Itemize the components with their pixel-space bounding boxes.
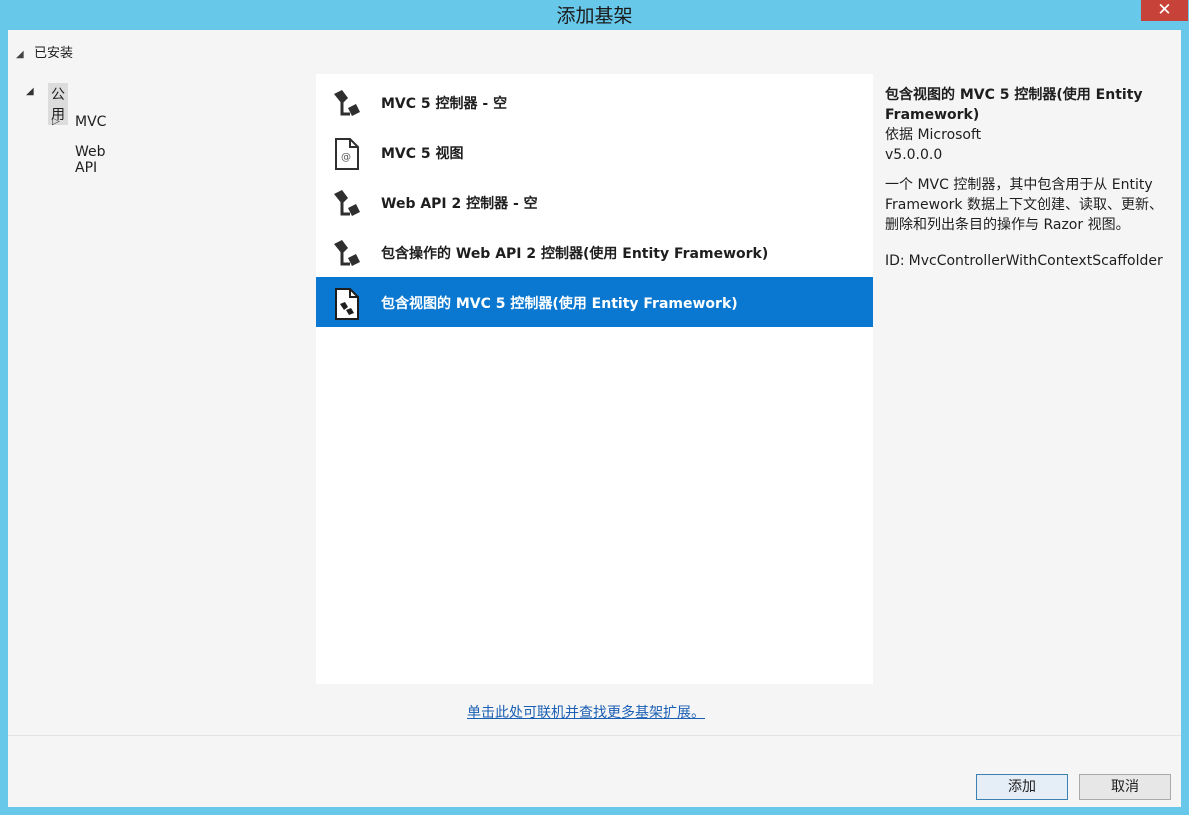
add-button[interactable]: 添加 [976, 774, 1068, 800]
template-item[interactable]: Web API 2 控制器 - 空 [316, 177, 873, 227]
id-value: MvcControllerWithContextScaffolder [908, 253, 1163, 269]
id-label: ID: [885, 253, 905, 269]
controller-icon [334, 190, 360, 216]
dialog-title: 添加基架 [556, 5, 633, 27]
controller-icon [334, 90, 360, 116]
details-panel: 包含视图的 MVC 5 控制器(使用 Entity Framework) 依据 … [885, 85, 1175, 271]
close-button[interactable]: ✕ [1141, 0, 1188, 21]
tree-label: Web API [75, 144, 106, 176]
template-item[interactable]: 包含操作的 Web API 2 控制器(使用 Entity Framework) [316, 227, 873, 277]
installed-header[interactable]: ◢ 已安装 [16, 42, 73, 61]
template-item[interactable]: @ MVC 5 视图 [316, 127, 873, 177]
details-description: 一个 MVC 控制器，其中包含用于从 Entity Framework 数据上下… [885, 177, 1163, 233]
tree-label: MVC [75, 114, 107, 130]
controller-view-icon [335, 288, 359, 320]
collapsed-arrow-icon: ▷ [52, 116, 60, 127]
expanded-arrow-icon: ◢ [26, 86, 34, 97]
installed-label: 已安装 [34, 46, 74, 61]
collapse-arrow-icon: ◢ [16, 49, 24, 60]
details-id: ID: MvcControllerWithContextScaffolder [885, 251, 1175, 271]
template-item-selected[interactable]: 包含视图的 MVC 5 控制器(使用 Entity Framework) [316, 277, 873, 327]
view-file-icon: @ [335, 138, 359, 170]
template-list: MVC 5 控制器 - 空 @ MVC 5 视图 Web API 2 控制器 -… [316, 74, 873, 684]
title-bar: 添加基架 ✕ [0, 0, 1189, 28]
template-item[interactable]: MVC 5 控制器 - 空 [316, 77, 873, 127]
details-version: v5.0.0.0 [885, 147, 943, 163]
dialog-body: ◢ 已安装 ◢ 公用 ▷ MVC Web API MVC 5 控制器 - 空 @… [8, 30, 1181, 807]
details-author: 依据 Microsoft [885, 127, 982, 143]
template-label: MVC 5 控制器 - 空 [381, 96, 508, 112]
template-label: Web API 2 控制器 - 空 [381, 196, 538, 212]
controller-icon [334, 240, 360, 266]
close-icon: ✕ [1157, 0, 1172, 20]
svg-text:@: @ [341, 152, 351, 163]
divider [8, 735, 1181, 736]
add-scaffold-dialog: 添加基架 ✕ ◢ 已安装 ◢ 公用 ▷ MVC Web API MVC 5 控制… [0, 0, 1189, 815]
template-label: 包含视图的 MVC 5 控制器(使用 Entity Framework) [381, 296, 738, 312]
cancel-button[interactable]: 取消 [1079, 774, 1171, 800]
online-extensions-link[interactable]: 单击此处可联机并查找更多基架扩展。 [467, 702, 705, 722]
template-label: 包含操作的 Web API 2 控制器(使用 Entity Framework) [381, 246, 769, 262]
template-label: MVC 5 视图 [381, 146, 464, 162]
details-title: 包含视图的 MVC 5 控制器(使用 Entity Framework) [885, 87, 1143, 123]
